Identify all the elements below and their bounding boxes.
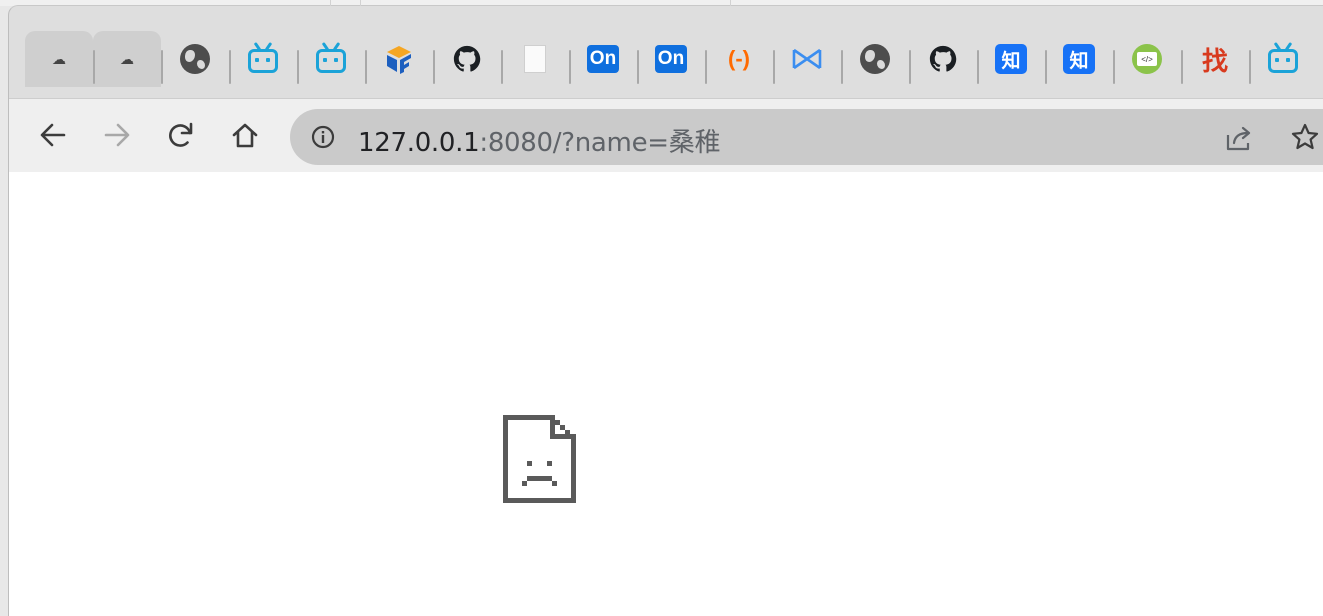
browser-window: ☁ ☁ On On (-) 知 知 </> 找 127.0.0.1:8080/?n…: [8, 5, 1323, 616]
bilibili-antennas: [254, 42, 272, 50]
tab-separator: [1045, 50, 1047, 84]
globe-shape: [180, 44, 210, 74]
browser-tab[interactable]: [501, 31, 569, 87]
tab-separator: [569, 50, 571, 84]
home-button[interactable]: [225, 115, 265, 155]
url-host: 127.0.0.1: [358, 128, 480, 158]
bilibili-tv-shape: [316, 49, 346, 73]
browser-tab[interactable]: [297, 31, 365, 87]
bow-tie-favicon-icon: [791, 43, 823, 75]
cloud-favicon-icon: ☁: [43, 43, 75, 75]
tab-separator: [909, 50, 911, 84]
bilibili-favicon-icon: [1267, 43, 1299, 75]
processon-favicon-icon: On: [655, 43, 687, 75]
browser-tab[interactable]: [909, 31, 977, 87]
back-button[interactable]: [33, 115, 73, 155]
home-icon: [232, 123, 258, 148]
cloud-glyph: ☁: [120, 50, 134, 67]
browser-tab[interactable]: On: [637, 31, 705, 87]
blank-page-shape: [524, 45, 546, 73]
cloud-glyph: ☁: [52, 50, 66, 67]
browser-tab[interactable]: 知: [977, 31, 1045, 87]
zhihu-favicon-icon: 知: [995, 43, 1027, 75]
bilibili-antennas: [1274, 42, 1292, 50]
browser-tab[interactable]: ☁: [93, 31, 161, 87]
tab-separator: [297, 50, 299, 84]
tab-separator: [501, 50, 503, 84]
tab-separator: [161, 50, 163, 84]
page-viewport: [9, 172, 1323, 616]
tab-separator: [365, 50, 367, 84]
desktop-divider: [360, 0, 361, 6]
globe-favicon-icon: [859, 43, 891, 75]
zhihu-favicon-label: 知: [1063, 44, 1095, 74]
bilibili-tv-shape: [248, 49, 278, 73]
tab-separator: [977, 50, 979, 84]
reload-icon: [169, 122, 193, 147]
forward-button[interactable]: [97, 115, 137, 155]
url-text[interactable]: 127.0.0.1:8080/?name=桑稚: [358, 122, 720, 159]
tab-separator: [705, 50, 707, 84]
browser-tab[interactable]: [841, 31, 909, 87]
tab-separator: [93, 50, 95, 84]
reload-button[interactable]: [161, 115, 201, 155]
zhao-favicon-label: 找: [1201, 46, 1228, 77]
bilibili-antennas: [322, 42, 340, 50]
blank-page-favicon-icon: [519, 43, 551, 75]
zhihu-favicon-label: 知: [995, 44, 1027, 74]
processon-favicon-icon: On: [587, 43, 619, 75]
code-badge: </>: [1132, 44, 1162, 74]
browser-tab[interactable]: [229, 31, 297, 87]
zhihu-favicon-icon: 知: [1063, 43, 1095, 75]
globe-favicon-icon: [179, 43, 211, 75]
cloud-favicon-icon: ☁: [111, 43, 143, 75]
tab-separator: [841, 50, 843, 84]
desktop-divider: [330, 0, 331, 6]
tab-separator: [229, 50, 231, 84]
browser-tab[interactable]: 知: [1045, 31, 1113, 87]
tab-separator: [433, 50, 435, 84]
tab-separator: [1113, 50, 1115, 84]
url-path: :8080/?name=桑稚: [479, 128, 721, 158]
processon-favicon-label: On: [655, 45, 687, 73]
code-favicon-icon: </>: [1131, 43, 1163, 75]
address-bar[interactable]: 127.0.0.1:8080/?name=桑稚: [290, 109, 1323, 165]
browser-tab[interactable]: (-): [705, 31, 773, 87]
back-arrow-icon: [40, 123, 66, 147]
site-info-icon[interactable]: [311, 125, 335, 149]
browser-toolbar: 127.0.0.1:8080/?name=桑稚: [9, 98, 1323, 173]
tab-separator: [773, 50, 775, 84]
browser-tab[interactable]: [773, 31, 841, 87]
code-badge-label: </>: [1137, 52, 1157, 66]
browser-tab[interactable]: [433, 31, 501, 87]
tab-strip: ☁ ☁ On On (-) 知 知 </> 找: [25, 31, 1323, 91]
browser-tab[interactable]: [1249, 31, 1317, 87]
browser-tab[interactable]: On: [569, 31, 637, 87]
sad-document-error-icon: [503, 415, 576, 503]
tab-separator: [1181, 50, 1183, 84]
github-favicon-icon: [451, 43, 483, 75]
forward-arrow-icon: [104, 123, 130, 147]
zhao-favicon-icon: 找: [1199, 43, 1231, 77]
bookmark-star-icon[interactable]: [1290, 122, 1320, 152]
aliyun-favicon-icon: (-): [723, 43, 755, 75]
github-favicon-icon: [927, 43, 959, 75]
bilibili-favicon-icon: [315, 43, 347, 75]
share-icon[interactable]: [1224, 123, 1254, 153]
browser-tab[interactable]: [161, 31, 229, 87]
browser-tab[interactable]: </>: [1113, 31, 1181, 87]
tab-separator: [637, 50, 639, 84]
aliyun-favicon-label: (-): [728, 46, 750, 71]
bilibili-favicon-icon: [247, 43, 279, 75]
browser-tab[interactable]: [365, 31, 433, 87]
processon-favicon-label: On: [587, 45, 619, 73]
browser-tab[interactable]: 找: [1181, 31, 1249, 87]
browser-tab[interactable]: ☁: [25, 31, 93, 87]
globe-shape: [860, 44, 890, 74]
desktop-divider: [730, 0, 731, 6]
framework-favicon-icon: [383, 43, 415, 75]
bilibili-tv-shape: [1268, 49, 1298, 73]
tab-separator: [1249, 50, 1251, 84]
